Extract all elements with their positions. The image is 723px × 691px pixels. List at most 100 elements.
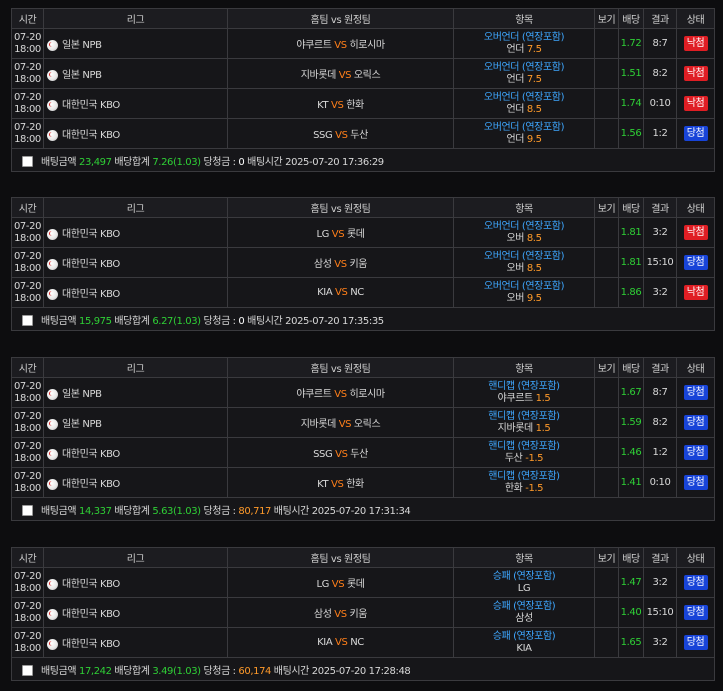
view-cell	[594, 118, 619, 149]
status-cell: 당첨	[676, 407, 715, 438]
baseball-icon	[47, 129, 58, 141]
status-badge: 당첨	[683, 126, 708, 141]
summary-row: 배팅금액 15,975 배당합계 6.27(1.03) 당청금 : 0 배팅시간…	[11, 307, 715, 331]
header-item: 항목	[453, 197, 595, 218]
pick: 언더	[506, 43, 525, 55]
header-status: 상태	[676, 8, 715, 29]
pick-value: 8.5	[526, 232, 542, 244]
baseball-icon	[47, 258, 58, 270]
amount-value: 17,242	[78, 665, 112, 677]
home-team: 지바롯데	[300, 419, 337, 430]
bet-time-label: 배팅시간	[273, 665, 310, 677]
odds-cell: 1.81	[618, 217, 644, 248]
away-team: 두산	[350, 130, 368, 141]
pick: 언더	[506, 73, 525, 85]
bet-row: 07-20 18:00 대한민국 KBO KIA VS NC 오버언더 (연장포함…	[11, 277, 715, 308]
bet-row: 07-20 18:00 대한민국 KBO KIA VS NC 승패 (연장포함) K…	[11, 627, 715, 658]
item-cell: 오버언더 (연장포함) 오버 8.5	[453, 217, 595, 248]
time-cell: 07-20 18:00	[11, 467, 44, 498]
home-team: KIA	[317, 287, 333, 298]
header-league: 리그	[43, 8, 228, 29]
status-badge: 당첨	[683, 385, 708, 400]
pick: 야쿠르트	[497, 392, 534, 404]
pick-value: 1.5	[535, 422, 551, 434]
odds-cell: 1.65	[618, 627, 644, 658]
pick: 한화	[504, 482, 523, 494]
match-date: 07-20	[13, 280, 42, 292]
league-cell: 대한민국 KBO	[43, 467, 228, 498]
pick: LG	[517, 582, 531, 594]
bet-slip: 시간 리그 홈팀 vs 원정팀 항목 보기 배당 결과 상태 07-20 18:0…	[11, 197, 715, 331]
vs-label: VS	[335, 287, 348, 298]
item-cell: 오버언더 (연장포함) 오버 8.5	[453, 247, 595, 278]
header-time: 시간	[11, 547, 44, 568]
bet-row: 07-20 18:00 대한민국 KBO 삼성 VS 키움 오버언더 (연장포함)…	[11, 247, 715, 278]
away-team: 롯데	[346, 579, 365, 590]
status-cell: 낙첨	[676, 277, 715, 308]
bet-slip: 시간 리그 홈팀 vs 원정팀 항목 보기 배당 결과 상태 07-20 18:0…	[11, 8, 715, 172]
match-date: 07-20	[13, 630, 42, 642]
summary-cell: 배팅금액 17,242 배당합계 3.49(1.03) 당청금 : 60,174…	[11, 657, 715, 681]
match-time: 18:00	[14, 262, 41, 274]
odds-cell: 1.46	[618, 437, 644, 468]
match-cell: 지바롯데 VS 오릭스	[227, 58, 454, 89]
view-cell	[594, 88, 619, 119]
pick: 두산	[504, 452, 523, 464]
home-team: LG	[316, 579, 329, 590]
league-name: 대한민국 KBO	[62, 289, 120, 300]
match-cell: 삼성 VS 키움	[227, 597, 454, 628]
match-date: 07-20	[13, 61, 42, 73]
league-cell: 일본 NPB	[43, 28, 228, 59]
status-badge: 당첨	[683, 605, 708, 620]
away-team: 키움	[349, 609, 368, 620]
item-cell: 오버언더 (연장포함) 언더 7.5	[453, 58, 595, 89]
amount-label: 배팅금액	[41, 156, 77, 168]
match-date: 07-20	[13, 250, 42, 262]
match-cell: SSG VS 두산	[227, 437, 454, 468]
summary-row: 배팅금액 23,497 배당합계 7.26(1.03) 당청금 : 0 배팅시간…	[11, 148, 715, 172]
league-cell: 일본 NPB	[43, 407, 228, 438]
summary-cell: 배팅금액 15,975 배당합계 6.27(1.03) 당청금 : 0 배팅시간…	[11, 307, 715, 331]
bet-type: 오버언더 (연장포함)	[483, 61, 565, 73]
select-slip-checkbox[interactable]	[22, 315, 33, 326]
odds-cell: 1.59	[618, 407, 644, 438]
pick: 오버	[506, 262, 525, 274]
view-cell	[594, 407, 619, 438]
result-cell: 8:2	[643, 407, 677, 438]
baseball-icon	[47, 388, 58, 400]
header-match: 홈팀 vs 원정팀	[227, 8, 454, 29]
select-slip-checkbox[interactable]	[22, 505, 33, 516]
match-time: 18:00	[14, 422, 41, 434]
odds-cell: 1.40	[618, 597, 644, 628]
bet-type: 승패 (연장포함)	[492, 600, 556, 612]
match-time: 18:00	[14, 292, 41, 304]
header-match: 홈팀 vs 원정팀	[227, 547, 454, 568]
summary-row: 배팅금액 14,337 배당합계 5.63(1.03) 당청금 : 80,717…	[11, 497, 715, 521]
result-cell: 3:2	[643, 217, 677, 248]
baseball-icon	[47, 288, 58, 300]
league-name: 대한민국 KBO	[62, 130, 120, 141]
select-slip-checkbox[interactable]	[22, 665, 33, 676]
match-cell: LG VS 롯데	[227, 217, 454, 248]
vs-label: VS	[338, 419, 352, 430]
odds-cell: 1.86	[618, 277, 644, 308]
league-name: 일본 NPB	[62, 389, 102, 400]
match-cell: SSG VS 두산	[227, 118, 454, 149]
pick-value: 7.5	[526, 73, 542, 85]
amount-label: 배팅금액	[41, 315, 77, 327]
payout-label: 당청금 :	[203, 665, 236, 677]
pick-value: 7.5	[526, 43, 542, 55]
header-time: 시간	[11, 357, 44, 378]
view-cell	[594, 58, 619, 89]
odds-cell: 1.74	[618, 88, 644, 119]
status-badge: 당첨	[683, 445, 708, 460]
league-cell: 일본 NPB	[43, 58, 228, 89]
header-result: 결과	[643, 547, 677, 568]
header-odds: 배당	[618, 197, 644, 218]
select-slip-checkbox[interactable]	[22, 156, 33, 167]
amount-label: 배팅금액	[41, 665, 77, 677]
total-label: 배당합계	[114, 156, 150, 168]
league-name: 일본 NPB	[62, 40, 102, 51]
away-team: 키움	[349, 259, 368, 270]
header-result: 결과	[643, 357, 677, 378]
